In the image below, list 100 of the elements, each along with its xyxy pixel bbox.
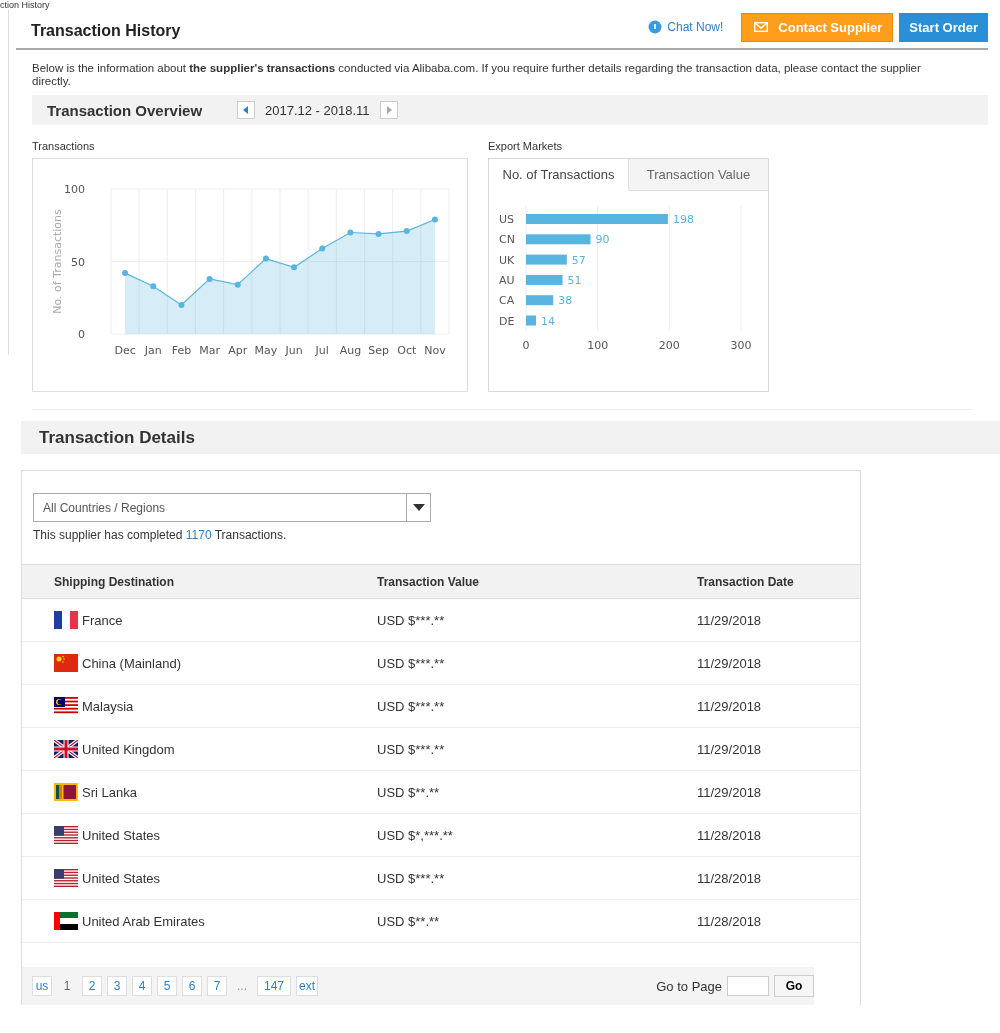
- chart-label: Export Markets: [488, 140, 563, 152]
- table-cell-text: USD $***.**: [376, 698, 446, 714]
- axis-tick-label: Jun: [285, 344, 303, 357]
- chat-link[interactable]: Chat Now!: [648, 20, 724, 34]
- value-label: 14: [541, 314, 556, 328]
- column-header: Transaction Value: [376, 574, 481, 589]
- data-point: [234, 281, 241, 288]
- flag-icon: [54, 912, 78, 930]
- flag-icon: [54, 740, 78, 758]
- axis-tick-label: 0: [78, 328, 85, 341]
- value-label: 198: [672, 213, 694, 226]
- caret-right-icon: [385, 106, 392, 114]
- start-order-button[interactable]: Start Order: [899, 12, 988, 42]
- axis-tick-label: Nov: [424, 344, 446, 357]
- table-cell-text: USD $***.**: [376, 655, 446, 671]
- flag-icon: [54, 783, 78, 801]
- axis-tick-label: Aug: [339, 344, 362, 357]
- go-button[interactable]: Go: [774, 975, 814, 997]
- data-point: [262, 255, 269, 262]
- axis-tick-label: May: [254, 344, 278, 357]
- table-cell-text: 11/28/2018: [696, 827, 763, 843]
- page-link[interactable]: 6: [182, 976, 202, 996]
- table-cell: United Arab Emirates: [22, 912, 345, 930]
- flag-icon: [54, 611, 78, 629]
- bar: [526, 254, 567, 265]
- data-point: [206, 275, 213, 282]
- table-cell: Malaysia: [22, 697, 345, 715]
- section-title: Transaction History: [31, 21, 181, 40]
- axis-tick-label: 100: [64, 183, 85, 196]
- category-label: UK: [499, 253, 515, 267]
- category-label: AU: [499, 273, 515, 287]
- data-point: [178, 302, 185, 308]
- value-label: 51: [567, 273, 582, 287]
- axis-tick-label: Mar: [199, 344, 220, 357]
- table-cell: France: [22, 611, 345, 629]
- value-label: 90: [595, 233, 610, 247]
- bar: [526, 234, 591, 245]
- table-cell: Sri Lanka: [22, 783, 345, 801]
- chat-bubble-icon: [648, 20, 663, 34]
- chart-tab[interactable]: Transaction Value: [629, 159, 768, 191]
- category-label: DE: [499, 314, 515, 328]
- data-point: [150, 283, 157, 290]
- page-link[interactable]: 4: [132, 976, 152, 996]
- axis-tick-label: Oct: [397, 344, 417, 357]
- flag-icon: [54, 869, 78, 887]
- axis-tick-label: Apr: [228, 344, 248, 357]
- axis-title: No. of Transactions: [51, 209, 64, 314]
- caret-left-icon: [243, 106, 249, 114]
- table-cell-text: USD $**.**: [376, 784, 441, 800]
- ellipsis: ...: [237, 979, 247, 993]
- envelope-icon: [754, 22, 769, 32]
- page-link[interactable]: 1: [57, 976, 77, 996]
- data-point: [122, 270, 129, 277]
- page-link[interactable]: 147: [257, 976, 292, 996]
- category-label: US: [499, 213, 515, 226]
- table-cell: United Kingdom: [22, 740, 345, 758]
- table-cell: United States: [22, 869, 345, 887]
- table-cell-text: USD $*,***.**: [376, 827, 454, 843]
- axis-tick-label: Jul: [315, 344, 329, 357]
- next-period-button[interactable]: [379, 101, 398, 119]
- page-link[interactable]: 2: [82, 976, 102, 996]
- date-range: 2017.12 - 2018.11: [265, 102, 370, 118]
- page-link[interactable]: 3: [107, 976, 127, 996]
- table-cell: China (Mainland): [22, 654, 345, 672]
- data-point: [375, 230, 382, 237]
- axis-tick-label: 300: [730, 339, 752, 352]
- table-cell-text: 11/29/2018: [696, 741, 763, 757]
- axis-tick-label: 100: [587, 339, 609, 352]
- table-cell-text: 11/29/2018: [696, 698, 763, 714]
- page-link[interactable]: 7: [207, 976, 227, 996]
- data-point: [291, 264, 298, 271]
- bar: [526, 295, 554, 306]
- page-number-field[interactable]: [727, 976, 769, 996]
- overview-title: Transaction Overview: [47, 101, 204, 119]
- country-dropdown[interactable]: All Countries / Regions: [33, 493, 431, 522]
- previous-page-link[interactable]: us: [32, 976, 52, 996]
- next-page-link[interactable]: ext: [296, 976, 319, 996]
- table-cell-text: 11/29/2018: [696, 612, 763, 628]
- go-to-page-label: Go to Page: [656, 978, 722, 994]
- table-cell-text: USD $**.**: [376, 913, 441, 929]
- flag-icon: [54, 826, 78, 844]
- table-cell-text: 11/29/2018: [696, 784, 763, 800]
- summary-text: This supplier has completed 1170 Transactions.: [33, 528, 288, 542]
- bar: [526, 315, 537, 326]
- table-cell-text: USD $***.**: [376, 870, 446, 886]
- data-point: [347, 229, 354, 236]
- table-cell-text: 11/28/2018: [696, 913, 763, 929]
- table-cell-text: 11/29/2018: [696, 655, 763, 671]
- page-link[interactable]: 5: [157, 976, 177, 996]
- data-point: [319, 245, 326, 252]
- axis-tick-label: 0: [522, 339, 530, 352]
- previous-period-button[interactable]: [237, 101, 255, 119]
- caret-icon: [412, 504, 425, 511]
- intro-text: Below is the information about the supplier's transactions conducted via Alibaba.com. If you require further details regarding the transaction data, please contact the supplier directly.: [32, 62, 922, 88]
- axis-tick-label: Jan: [144, 344, 162, 357]
- data-point: [403, 228, 410, 235]
- breadcrumb: ction History: [0, 0, 50, 10]
- axis-tick-label: 50: [71, 255, 85, 269]
- details-title: Transaction Details: [39, 427, 195, 448]
- value-label: 57: [571, 253, 586, 267]
